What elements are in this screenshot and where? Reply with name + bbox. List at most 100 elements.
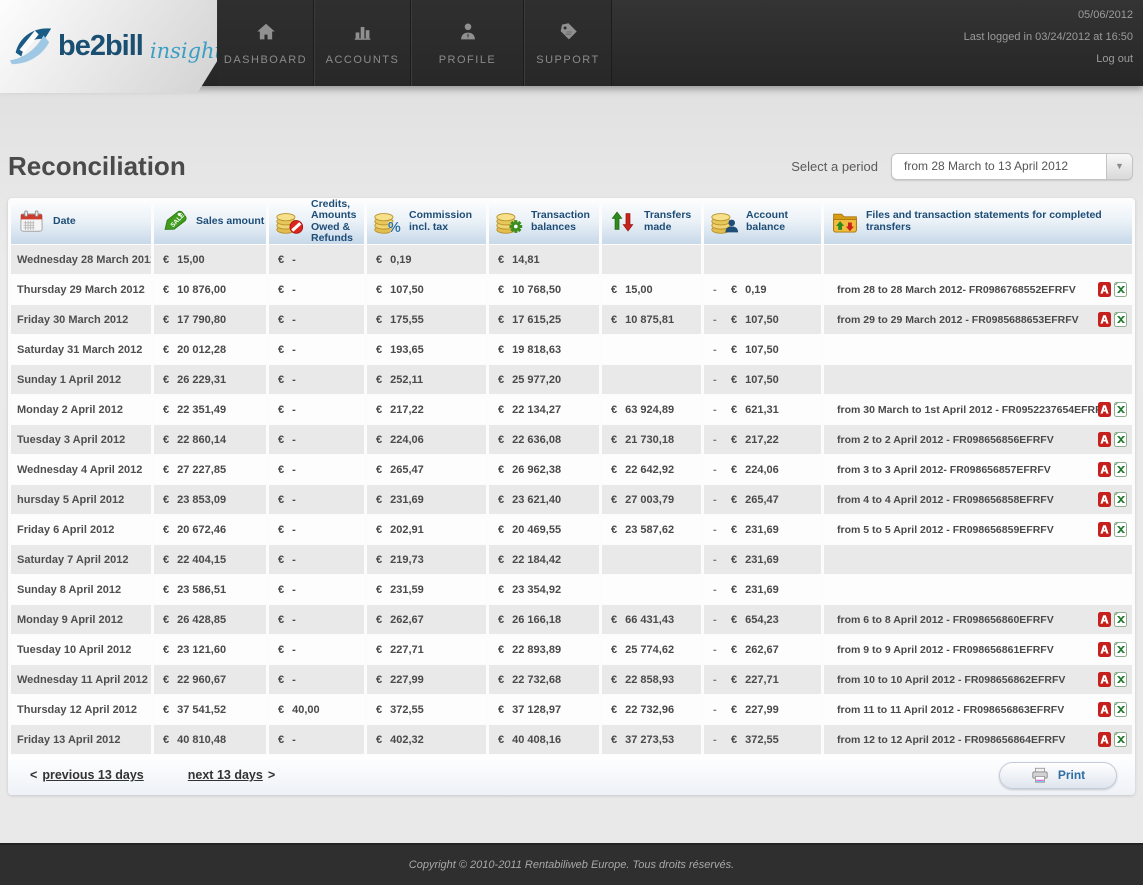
pdf-icon[interactable] [1098, 522, 1111, 538]
currency-symbol: € [731, 643, 738, 656]
table-row: Sunday 1 April 2012 €26 229,31 € - €252,11 €2… [11, 365, 1132, 395]
excel-icon[interactable] [1114, 522, 1127, 538]
currency-symbol: € [163, 283, 170, 296]
amount-value: 40 810,48 [177, 733, 227, 746]
commission-cell: €193,65 [367, 335, 486, 365]
sales-amount-cell: €17 790,80 [154, 305, 266, 335]
credits-refunds-cell: € - [269, 365, 364, 395]
date-cell: Sunday 8 April 2012 [11, 575, 151, 605]
file-statement-cell: from 12 to 12 April 2012 - FR098656864EF… [824, 725, 1132, 755]
amount-value: 227,71 [745, 673, 779, 686]
amount-value: 22 134,27 [512, 403, 562, 416]
transaction-balance-cell: €40 408,16 [489, 725, 599, 755]
nav-item-profile[interactable]: PROFILE [411, 0, 524, 86]
transfers-made-cell: €22 642,92 [602, 455, 701, 485]
period-dropdown[interactable]: from 28 March to 13 April 2012 ▼ [891, 152, 1133, 180]
currency-symbol: € [498, 433, 505, 446]
table-row: Monday 2 April 2012 €22 351,49 € - €217,22 €2… [11, 395, 1132, 425]
currency-symbol: € [611, 613, 618, 626]
excel-icon[interactable] [1114, 672, 1127, 688]
excel-icon[interactable] [1114, 432, 1127, 448]
chevron-down-icon[interactable]: ▼ [1106, 153, 1132, 179]
transaction-balance-cell: €23 354,92 [489, 575, 599, 605]
excel-icon[interactable] [1114, 282, 1127, 298]
amount-value: 227,99 [745, 703, 779, 716]
date-cell: Tuesday 3 April 2012 [11, 425, 151, 455]
currency-symbol: € [376, 343, 383, 356]
pdf-icon[interactable] [1098, 402, 1111, 418]
pdf-icon[interactable] [1098, 702, 1111, 718]
file-statement-cell [824, 575, 1132, 605]
file-statement-cell [824, 245, 1132, 275]
pdf-icon[interactable] [1098, 432, 1111, 448]
pdf-icon[interactable] [1098, 492, 1111, 508]
credits-refunds-cell: € - [269, 335, 364, 365]
pdf-icon[interactable] [1098, 312, 1111, 328]
previous-13-days-link[interactable]: < previous 13 days [30, 768, 144, 782]
amount-value: - [292, 733, 296, 746]
negative-sign: - [713, 553, 717, 566]
pdf-icon[interactable] [1098, 672, 1111, 688]
credits-refunds-cell: € - [269, 545, 364, 575]
file-download-icons [1098, 462, 1127, 478]
excel-icon[interactable] [1114, 312, 1127, 328]
amount-value: 27 227,85 [177, 463, 227, 476]
currency-symbol: € [731, 613, 738, 626]
amount-value: 66 431,43 [625, 613, 675, 626]
printer-icon [1031, 767, 1049, 784]
excel-icon[interactable] [1114, 402, 1127, 418]
amount-value: 23 354,92 [512, 583, 562, 596]
amount-value: 107,50 [745, 373, 779, 386]
amount-value: 22 858,93 [625, 673, 675, 686]
amount-value: 372,55 [390, 703, 424, 716]
file-statement-label: from 9 to 9 April 2012 - FR098656861EFRF… [837, 643, 1054, 656]
amount-value: 15,00 [177, 253, 205, 266]
pdf-icon[interactable] [1098, 642, 1111, 658]
amount-value: 26 166,18 [512, 613, 562, 626]
amount-value: 231,69 [390, 493, 424, 506]
nav-item-label: PROFILE [438, 54, 497, 66]
column-header: Transfers made [602, 199, 701, 245]
amount-value: 224,06 [390, 433, 424, 446]
logout-link[interactable]: Log out [964, 53, 1133, 65]
currency-symbol: € [278, 643, 285, 656]
excel-icon[interactable] [1114, 732, 1127, 748]
file-statement-label: from 6 to 8 April 2012 - FR098656860EFRF… [837, 613, 1054, 626]
amount-value: - [292, 283, 296, 296]
session-info: 05/06/2012 Last logged in 03/24/2012 at … [964, 9, 1133, 65]
excel-icon[interactable] [1114, 492, 1127, 508]
print-button[interactable]: Print [999, 761, 1117, 789]
sales-amount-cell: €26 229,31 [154, 365, 266, 395]
next-13-days-link[interactable]: next 13 days > [188, 768, 275, 782]
amount-value: - [292, 433, 296, 446]
transfers-made-cell: €21 730,18 [602, 425, 701, 455]
excel-icon[interactable] [1114, 702, 1127, 718]
file-download-icons [1098, 282, 1127, 298]
file-statement-cell: from 30 March to 1st April 2012 - FR0952… [824, 395, 1132, 425]
currency-symbol: € [278, 433, 285, 446]
excel-icon[interactable] [1114, 612, 1127, 628]
account-balance-cell: - €224,06 [704, 455, 821, 485]
pdf-icon[interactable] [1098, 612, 1111, 628]
excel-icon[interactable] [1114, 642, 1127, 658]
column-header-label: Transaction balances [531, 209, 590, 233]
nav-item-support[interactable]: SUPPORT [524, 0, 612, 86]
excel-icon[interactable] [1114, 462, 1127, 478]
amount-value: 25 977,20 [512, 373, 562, 386]
column-header-label: Files and transaction statements for com… [866, 209, 1102, 233]
pdf-icon[interactable] [1098, 282, 1111, 298]
amount-value: 265,47 [390, 463, 424, 476]
currency-symbol: € [498, 673, 505, 686]
pdf-icon[interactable] [1098, 462, 1111, 478]
credits-refunds-cell: € - [269, 245, 364, 275]
amount-value: - [292, 343, 296, 356]
nav-item-accounts[interactable]: ACCOUNTS [314, 0, 411, 86]
sales-amount-cell: €20 012,28 [154, 335, 266, 365]
table-row: Thursday 29 March 2012 €10 876,00 € - €107,5… [11, 275, 1132, 305]
nav-item-dashboard[interactable]: DASHBOARD [218, 0, 314, 86]
amount-value: 10 875,81 [625, 313, 675, 326]
currency-symbol: € [498, 283, 505, 296]
pdf-icon[interactable] [1098, 732, 1111, 748]
transaction-balance-cell: €17 615,25 [489, 305, 599, 335]
be2bill-logo[interactable]: be2bill insight [0, 0, 217, 93]
